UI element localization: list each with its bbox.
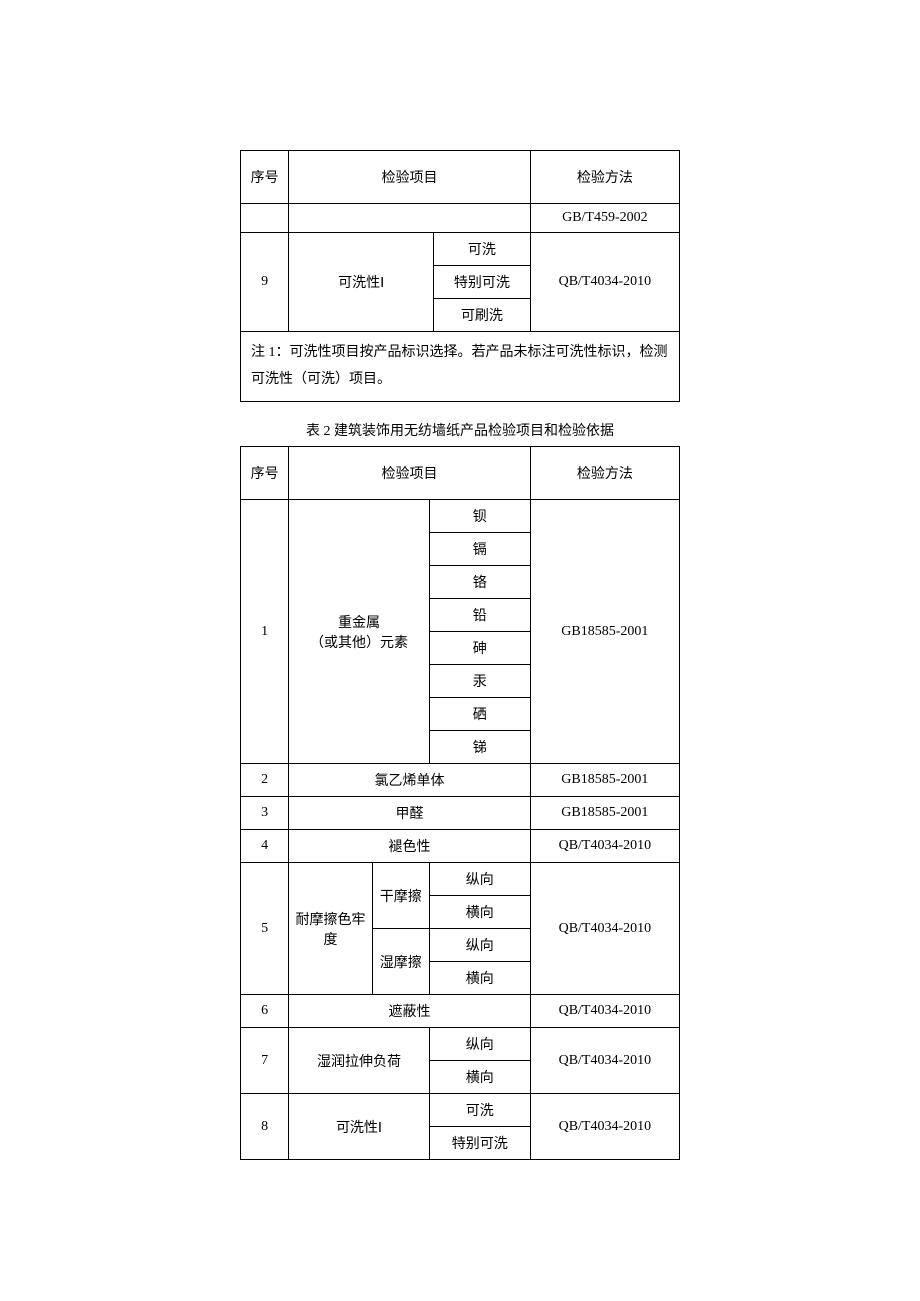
table-row: 9 可洗性Ⅰ 可洗 QB/T4034-2010 [241, 233, 680, 266]
cell-sub: 硒 [429, 698, 530, 731]
cell-item-name-line2: （或其他）元素 [310, 636, 408, 651]
cell-item-name: 耐摩擦色牢度 [289, 863, 372, 995]
cell-seq-blank [241, 204, 289, 233]
cell-sub: 特别可洗 [429, 1127, 530, 1160]
table-row: 3 甲醛 GB18585-2001 [241, 797, 680, 830]
table-row: 7 湿润拉伸负荷 纵向 QB/T4034-2010 [241, 1028, 680, 1061]
table-row: 序号 检验项目 检验方法 [241, 151, 680, 204]
table-row: 6 遮蔽性 QB/T4034-2010 [241, 995, 680, 1028]
cell-item-name: 可洗性Ⅰ [289, 233, 434, 332]
cell-method: GB18585-2001 [530, 500, 679, 764]
cell-item-name: 可洗性Ⅰ [289, 1094, 429, 1160]
cell-sub: 可洗 [434, 233, 531, 266]
cell-seq: 8 [241, 1094, 289, 1160]
table-row: 1 重金属 （或其他）元素 钡 GB18585-2001 [241, 500, 680, 533]
cell-sub: 砷 [429, 632, 530, 665]
cell-note: 注 1：可洗性项目按产品标识选择。若产品未标注可洗性标识，检测可洗性（可洗）项目… [241, 332, 680, 402]
cell-item-name: 氯乙烯单体 [289, 764, 530, 797]
cell-seq: 1 [241, 500, 289, 764]
cell-seq: 7 [241, 1028, 289, 1094]
cell-sub: 汞 [429, 665, 530, 698]
cell-method: GB18585-2001 [530, 764, 679, 797]
cell-sub: 锑 [429, 731, 530, 764]
cell-item-name: 甲醛 [289, 797, 530, 830]
cell-seq: 4 [241, 830, 289, 863]
cell-sub: 横向 [429, 1061, 530, 1094]
cell-method: QB/T4034-2010 [530, 1094, 679, 1160]
cell-method: QB/T4034-2010 [530, 233, 679, 332]
cell-group: 湿摩擦 [372, 929, 429, 995]
cell-method: GB18585-2001 [530, 797, 679, 830]
table-row: 5 耐摩擦色牢度 干摩擦 纵向 QB/T4034-2010 [241, 863, 680, 896]
cell-item-name: 重金属 （或其他）元素 [289, 500, 429, 764]
cell-method: QB/T4034-2010 [530, 863, 679, 995]
cell-sub: 纵向 [429, 863, 530, 896]
cell-method: QB/T4034-2010 [530, 1028, 679, 1094]
cell-sub: 纵向 [429, 1028, 530, 1061]
table-row: 2 氯乙烯单体 GB18585-2001 [241, 764, 680, 797]
cell-sub: 特别可洗 [434, 266, 531, 299]
cell-method: QB/T4034-2010 [530, 830, 679, 863]
header-method: 检验方法 [530, 151, 679, 204]
cell-sub: 铬 [429, 566, 530, 599]
table-2-caption: 表 2 建筑装饰用无纺墙纸产品检验项目和检验依据 [240, 420, 680, 440]
table-row: 注 1：可洗性项目按产品标识选择。若产品未标注可洗性标识，检测可洗性（可洗）项目… [241, 332, 680, 402]
cell-seq: 6 [241, 995, 289, 1028]
cell-seq: 3 [241, 797, 289, 830]
header-seq: 序号 [241, 151, 289, 204]
cell-method: QB/T4034-2010 [530, 995, 679, 1028]
cell-sub: 可洗 [429, 1094, 530, 1127]
cell-item-name: 遮蔽性 [289, 995, 530, 1028]
cell-sub: 镉 [429, 533, 530, 566]
header-item: 检验项目 [289, 151, 530, 204]
cell-sub: 钡 [429, 500, 530, 533]
header-item: 检验项目 [289, 447, 530, 500]
cell-item-name-line1: 重金属 [338, 616, 380, 631]
header-seq: 序号 [241, 447, 289, 500]
cell-group: 干摩擦 [372, 863, 429, 929]
cell-sub: 横向 [429, 962, 530, 995]
header-method: 检验方法 [530, 447, 679, 500]
table-2: 序号 检验项目 检验方法 1 重金属 （或其他）元素 钡 GB18585-200… [240, 446, 680, 1160]
cell-seq: 5 [241, 863, 289, 995]
cell-seq: 9 [241, 233, 289, 332]
table-row: 8 可洗性Ⅰ 可洗 QB/T4034-2010 [241, 1094, 680, 1127]
cell-sub: 铅 [429, 599, 530, 632]
cell-seq: 2 [241, 764, 289, 797]
table-1: 序号 检验项目 检验方法 GB/T459-2002 9 可洗性Ⅰ 可洗 QB/T… [240, 150, 680, 402]
cell-item-name: 湿润拉伸负荷 [289, 1028, 429, 1094]
cell-item-blank [289, 204, 530, 233]
cell-sub: 可刷洗 [434, 299, 531, 332]
table-row: 4 褪色性 QB/T4034-2010 [241, 830, 680, 863]
table-row: 序号 检验项目 检验方法 [241, 447, 680, 500]
cell-item-name: 褪色性 [289, 830, 530, 863]
cell-sub: 横向 [429, 896, 530, 929]
cell-sub: 纵向 [429, 929, 530, 962]
table-row: GB/T459-2002 [241, 204, 680, 233]
cell-method: GB/T459-2002 [530, 204, 679, 233]
